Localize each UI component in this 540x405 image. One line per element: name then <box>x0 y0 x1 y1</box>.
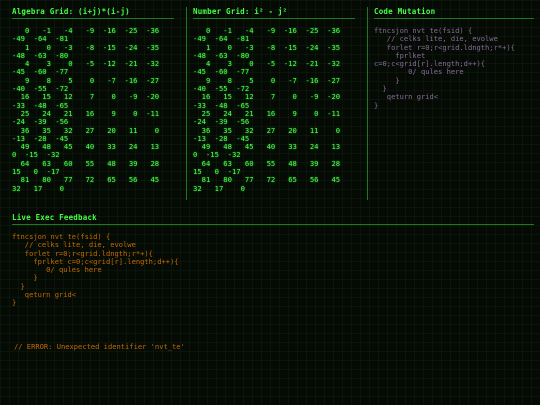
exec-feedback-source: ftncsjon nvt te(fsid) { // celks lite, d… <box>12 232 179 308</box>
code-mutation-title: Code Mutation <box>374 7 534 19</box>
number-grid-panel: Number Grid: i² - j² 0 -1 -4 -9 -16 -25 … <box>193 7 355 193</box>
exec-feedback-panel: Live Exec Feedback ftncsjon nvt te(fsid)… <box>12 213 534 403</box>
number-grid-values: 0 -1 -4 -9 -16 -25 -36 -49 -64 -81 1 0 -… <box>193 26 341 193</box>
number-grid-title: Number Grid: i² - j² <box>193 7 355 19</box>
code-mutation-source[interactable]: ftncsjon nvt te(fsid) { // celks lite, d… <box>374 26 534 110</box>
separator-2 <box>367 7 368 200</box>
algebra-grid-title: Algebra Grid: (i+j)*(i-j) <box>12 7 174 19</box>
separator-1 <box>186 7 187 200</box>
algebra-grid-panel: Algebra Grid: (i+j)*(i-j) 0 -1 -4 -9 -16… <box>12 7 174 193</box>
exec-feedback-title: Live Exec Feedback <box>12 213 534 225</box>
error-message: // ERROR: Unexpected identifier 'nvt_te' <box>14 342 185 351</box>
code-mutation-panel: Code Mutation ftncsjon nvt te(fsid) { //… <box>374 7 534 110</box>
algebra-grid-values: 0 -1 -4 -9 -16 -25 -36 -49 -64 -81 1 0 -… <box>12 26 160 193</box>
